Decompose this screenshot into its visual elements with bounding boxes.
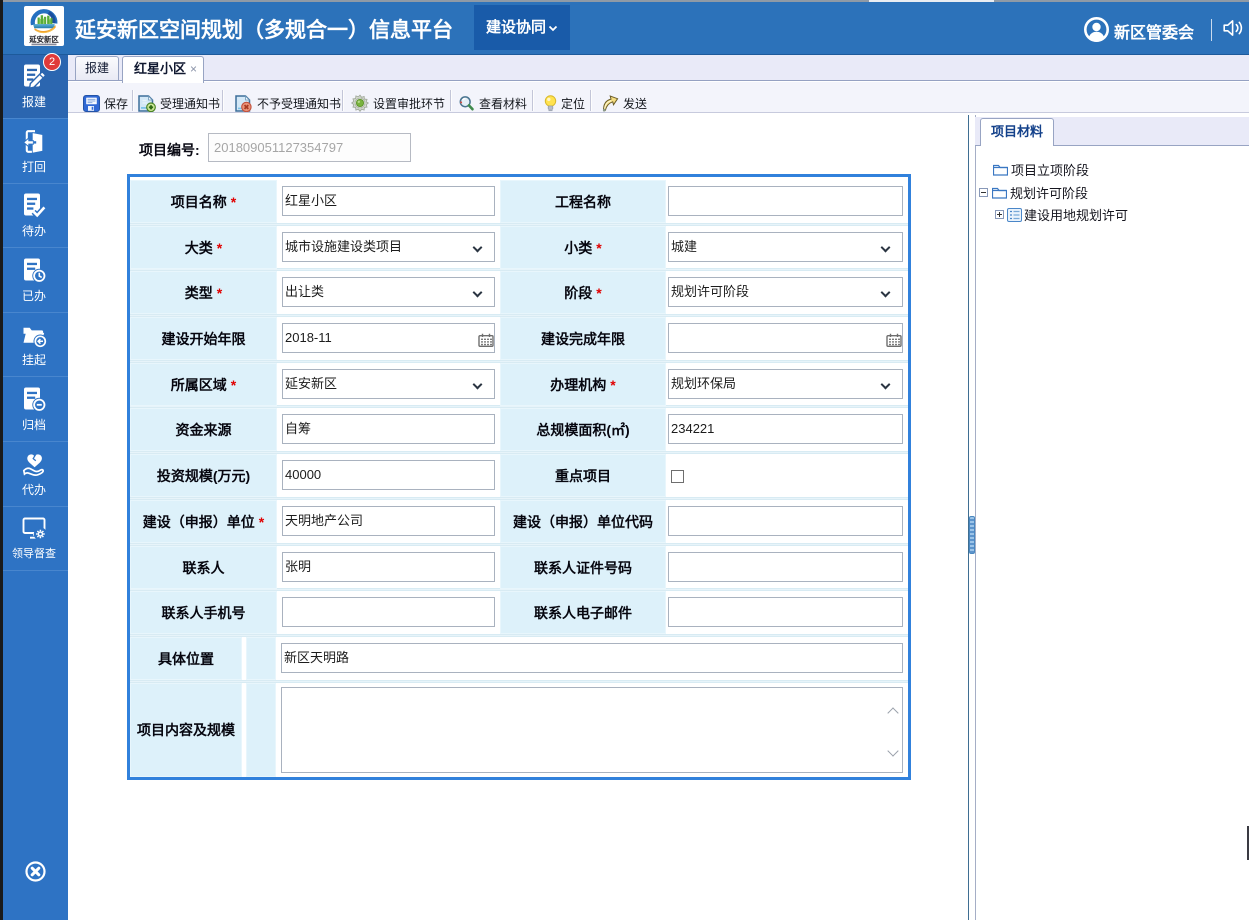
svg-text:延安新区: 延安新区: [28, 35, 59, 44]
